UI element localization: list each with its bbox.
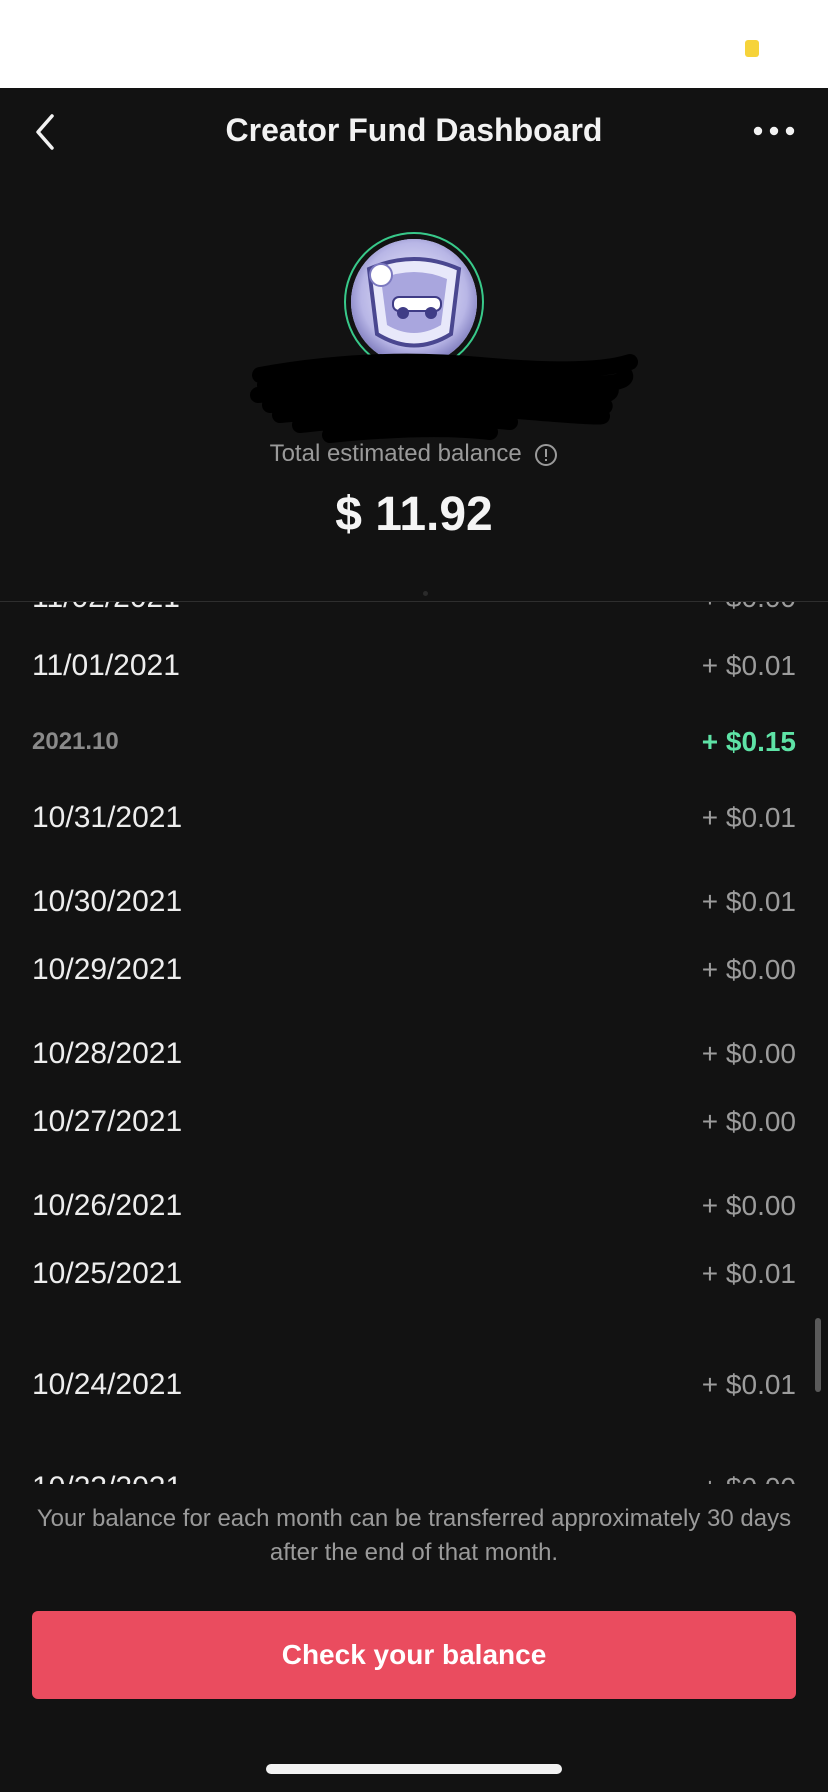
navigation-bar: Creator Fund Dashboard <box>0 88 828 176</box>
list-item: 10/28/2021 + $0.00 <box>32 1034 796 1074</box>
earning-date: 10/30/2021 <box>32 885 183 918</box>
list-item: 10/29/2021 + $0.00 <box>32 950 796 990</box>
list-item: 10/23/2021 + $0.00 <box>32 1468 796 1484</box>
list-item: 10/25/2021 + $0.01 <box>32 1254 796 1294</box>
balance-label: Total estimated balance <box>0 440 828 468</box>
earning-date: 10/31/2021 <box>32 801 183 834</box>
info-icon[interactable] <box>534 443 558 467</box>
earning-amount: + $0.00 <box>701 1190 796 1221</box>
list-item: 11/01/2021 + $0.01 <box>32 646 796 686</box>
balance-amount: $ 11.92 <box>335 488 493 541</box>
page-title: Creator Fund Dashboard <box>225 112 603 148</box>
earning-amount: + $0.00 <box>701 1106 796 1137</box>
earning-date: 11/01/2021 <box>32 649 180 682</box>
earning-amount: + $0.00 <box>701 1038 796 1069</box>
month-total: + $0.15 <box>701 726 796 757</box>
earning-amount: + $0.01 <box>701 886 796 917</box>
earning-date: 10/24/2021 <box>32 1368 183 1401</box>
check-balance-button[interactable]: Check your balance <box>32 1611 796 1699</box>
earning-date: 10/28/2021 <box>32 1037 183 1070</box>
earning-date: 10/27/2021 <box>32 1105 183 1138</box>
earning-date: 10/25/2021 <box>32 1257 183 1290</box>
list-item: 10/24/2021 + $0.01 <box>32 1365 796 1405</box>
battery-icon <box>745 40 759 57</box>
month-label: 2021.10 <box>32 728 119 755</box>
list-item: 10/30/2021 + $0.01 <box>32 882 796 922</box>
more-options-button[interactable] <box>750 118 798 144</box>
scrollbar[interactable] <box>815 1318 821 1392</box>
balance-label-text: Total estimated balance <box>269 440 522 467</box>
earnings-list[interactable]: 11/02/2021 + $0.00 11/01/2021 + $0.01 20… <box>0 602 828 1484</box>
month-header-row: 2021.10 + $0.15 <box>32 722 796 762</box>
more-horizontal-icon <box>753 126 795 136</box>
earning-date: 10/23/2021 <box>32 1471 182 1484</box>
earning-amount: + $0.01 <box>701 802 796 833</box>
earning-date: 10/29/2021 <box>32 953 183 986</box>
earning-amount: + $0.00 <box>702 1472 796 1484</box>
status-bar <box>0 0 828 88</box>
home-indicator[interactable] <box>266 1764 562 1774</box>
list-item: 11/02/2021 + $0.00 <box>32 602 796 618</box>
earning-amount: + $0.01 <box>701 1369 796 1400</box>
earning-amount: + $0.01 <box>701 1258 796 1289</box>
earning-amount: + $0.01 <box>701 650 796 681</box>
transfer-note: Your balance for each month can be trans… <box>36 1505 792 1566</box>
redacted-username <box>250 353 638 443</box>
earning-date: 11/02/2021 <box>32 602 180 615</box>
list-item: 10/26/2021 + $0.00 <box>32 1186 796 1226</box>
earning-amount: + $0.00 <box>701 954 796 985</box>
pull-indicator <box>423 591 428 596</box>
list-item: 10/27/2021 + $0.00 <box>32 1102 796 1142</box>
earning-date: 10/26/2021 <box>32 1189 183 1222</box>
list-item: 10/31/2021 + $0.01 <box>32 798 796 838</box>
avatar-image <box>351 239 477 365</box>
earning-amount: + $0.00 <box>702 602 796 614</box>
